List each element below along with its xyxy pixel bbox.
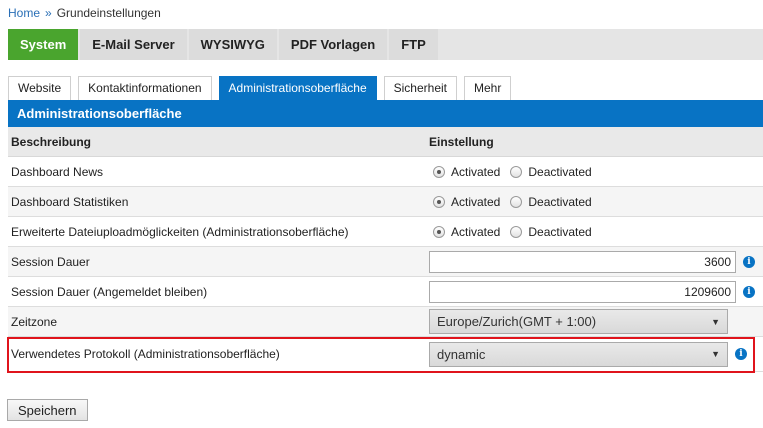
subtab-sicherheit[interactable]: Sicherheit — [383, 76, 457, 100]
table-row: Verwendetes Protokoll (Administrationsob… — [8, 337, 763, 372]
session-duration-input[interactable] — [429, 250, 736, 273]
column-header-setting: Einstellung — [429, 134, 494, 149]
save-button[interactable]: Speichern — [7, 399, 88, 421]
tab-email-server[interactable]: E-Mail Server — [80, 29, 187, 60]
table-header: Beschreibung Einstellung — [8, 127, 763, 157]
radio-label-activated: Activated — [451, 194, 501, 209]
info-icon[interactable]: i — [735, 348, 747, 360]
radio-label-deactivated: Deactivated — [528, 164, 592, 179]
radio-label-activated: Activated — [451, 224, 501, 239]
table-row: Session Dauer (Angemeldet bleiben) i — [8, 277, 763, 307]
radio-activated[interactable] — [433, 225, 445, 238]
radio-label-deactivated: Deactivated — [528, 224, 592, 239]
info-icon[interactable]: i — [743, 255, 755, 268]
tab-ftp[interactable]: FTP — [389, 29, 438, 60]
table-row: Erweiterte Dateiuploadmöglickeiten (Admi… — [8, 217, 763, 247]
subtab-website[interactable]: Website — [8, 76, 72, 100]
tab-pdf-vorlagen[interactable]: PDF Vorlagen — [278, 29, 388, 60]
main-tab-bar: System E-Mail Server WYSIWYG PDF Vorlage… — [8, 29, 763, 60]
column-header-description: Beschreibung — [11, 134, 92, 149]
radio-activated[interactable] — [433, 165, 445, 178]
radio-deactivated[interactable] — [510, 225, 523, 238]
table-row: Session Dauer i — [8, 247, 763, 277]
row-label: Erweiterte Dateiuploadmöglickeiten (Admi… — [11, 224, 349, 239]
subtab-administrationsoberflaeche[interactable]: Administrationsoberfläche — [218, 76, 377, 100]
session-duration-remember-input[interactable] — [429, 280, 736, 303]
timezone-select-value: Europe/Zurich(GMT + 1:00) — [437, 314, 597, 329]
row-label: Session Dauer — [11, 254, 90, 269]
table-row: Zeitzone Europe/Zurich(GMT + 1:00) ▼ — [8, 307, 763, 337]
table-row: Dashboard News Activated Deactivated — [8, 157, 763, 187]
row-label: Session Dauer (Angemeldet bleiben) — [11, 284, 208, 299]
tab-wysiwyg[interactable]: WYSIWYG — [188, 29, 277, 60]
info-icon[interactable]: i — [743, 285, 755, 298]
breadcrumb-home-link[interactable]: Home — [8, 6, 40, 20]
radio-label-activated: Activated — [451, 164, 501, 179]
row-label: Dashboard Statistiken — [11, 194, 129, 209]
protocol-select[interactable]: dynamic ▼ — [429, 341, 728, 367]
radio-activated[interactable] — [433, 195, 445, 208]
subtab-kontaktinformationen[interactable]: Kontaktinformationen — [78, 76, 212, 100]
panel-title: Administrationsoberfläche — [8, 100, 763, 127]
settings-table: Beschreibung Einstellung Dashboard News … — [8, 127, 763, 372]
breadcrumb-separator: » — [45, 6, 52, 20]
radio-label-deactivated: Deactivated — [528, 194, 592, 209]
protocol-select-value: dynamic — [437, 346, 486, 362]
sub-tab-bar: Website Kontaktinformationen Administrat… — [8, 76, 518, 100]
tab-system[interactable]: System — [8, 29, 79, 60]
subtab-mehr[interactable]: Mehr — [464, 76, 512, 100]
radio-deactivated[interactable] — [510, 165, 523, 178]
chevron-down-icon: ▼ — [711, 316, 720, 327]
timezone-select[interactable]: Europe/Zurich(GMT + 1:00) ▼ — [429, 309, 728, 334]
radio-deactivated[interactable] — [510, 195, 523, 208]
breadcrumb-current: Grundeinstellungen — [56, 6, 161, 20]
row-label: Verwendetes Protokoll (Administrationsob… — [11, 347, 280, 361]
row-label: Dashboard News — [11, 164, 104, 179]
row-label: Zeitzone — [11, 314, 58, 329]
chevron-down-icon: ▼ — [711, 349, 720, 359]
table-row: Dashboard Statistiken Activated Deactiva… — [8, 187, 763, 217]
breadcrumb: Home » Grundeinstellungen — [8, 6, 161, 20]
